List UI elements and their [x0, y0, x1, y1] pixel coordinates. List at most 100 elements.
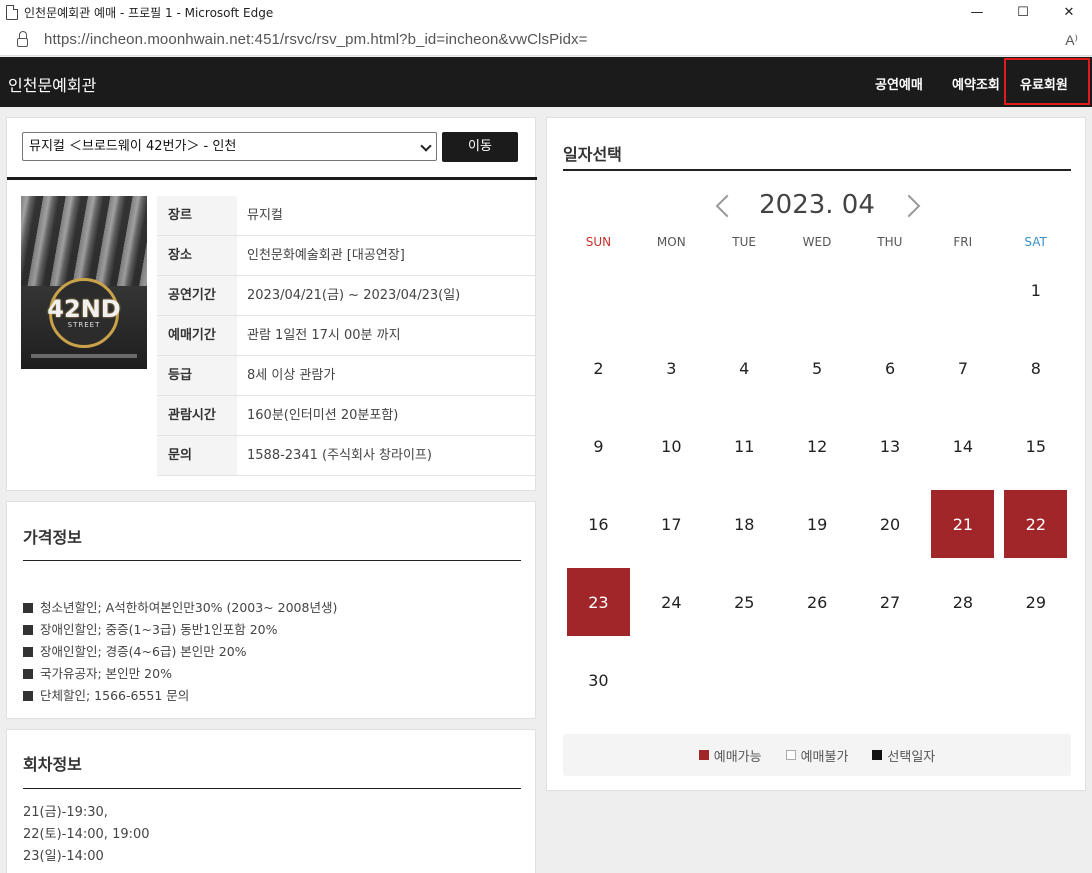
session-title: 회차정보 — [23, 755, 82, 774]
poster-fine-print — [31, 354, 137, 358]
bullet-square-icon — [23, 647, 33, 657]
calendar-title: 일자선택 — [563, 145, 622, 164]
info-value: 관람 1일전 17시 00분 까지 — [247, 328, 401, 343]
session-list: 21(금)-19:30, 22(토)-14:00, 19:00 23(일)-14… — [23, 802, 150, 868]
bullet-square-icon — [23, 625, 33, 635]
calendar-day-24: 24 — [661, 592, 682, 612]
bullet-square-icon — [23, 691, 33, 701]
unavailable-square-icon — [785, 750, 796, 760]
nav-ticketing[interactable]: 공연예매 — [875, 74, 923, 93]
info-value: 8세 이상 관람가 — [247, 368, 336, 383]
info-value: 뮤지컬 — [247, 208, 283, 223]
window-controls: — ☐ ✕ — [954, 0, 1092, 24]
bullet-square-icon — [23, 603, 33, 613]
calendar-day-23[interactable]: 23 — [566, 568, 630, 636]
price-item: 장애인할인; 경증(4~6급) 본인만 20% — [23, 641, 337, 663]
date-select-panel: 일자선택 2023. 04 SUN MON TUE WED THU FRI SA… — [546, 117, 1086, 791]
show-select[interactable]: 뮤지컬 ＜브로드웨이 42번가＞ - 인천 — [22, 132, 437, 161]
lock-icon[interactable] — [17, 31, 28, 47]
info-label: 문의 — [157, 436, 237, 475]
calendar-day-1: 1 — [1030, 280, 1041, 300]
session-info-panel: 회차정보 21(금)-19:30, 22(토)-14:00, 19:00 23(… — [6, 729, 536, 873]
info-label: 등급 — [157, 356, 237, 395]
minimize-icon[interactable]: — — [954, 0, 1000, 24]
info-row-rating: 등급 8세 이상 관람가 — [157, 356, 537, 396]
calendar-month: 2023. 04 — [759, 190, 875, 220]
weekday-header: SUN MON TUE WED THU FRI SAT — [562, 235, 1072, 249]
chevron-down-icon — [420, 140, 432, 152]
calendar-day-17: 17 — [661, 514, 682, 534]
info-label: 공연기간 — [157, 276, 237, 315]
calendar-day-18: 18 — [734, 514, 755, 534]
calendar-day-21[interactable]: 21 — [931, 490, 995, 558]
calendar-day-10: 10 — [661, 436, 682, 456]
info-row-genre: 장르 뮤지컬 — [157, 196, 537, 236]
info-label: 장소 — [157, 236, 237, 275]
calendar-day-9: 9 — [593, 436, 604, 456]
calendar-day-29: 29 — [1025, 592, 1047, 612]
info-value: 2023/04/21(금) ~ 2023/04/23(일) — [247, 288, 461, 303]
calendar-day-13: 13 — [879, 436, 901, 456]
info-value: 인천문화예술회관 [대공연장] — [247, 248, 405, 263]
read-aloud-icon[interactable]: A⁾ — [1065, 32, 1078, 49]
divider — [23, 788, 521, 789]
calendar-day-26: 26 — [806, 592, 828, 612]
session-item: 21(금)-19:30, — [23, 805, 108, 820]
price-item: 국가유공자; 본인만 20% — [23, 663, 337, 685]
calendar-day-6: 6 — [884, 358, 896, 378]
bullet-square-icon — [23, 669, 33, 679]
legend-selected: 선택일자 — [872, 746, 935, 765]
move-button[interactable]: 이동 — [442, 132, 518, 162]
weekday-sat: SAT — [1024, 235, 1047, 249]
site-header: 인천문예회관 공연예매 예약조회 유료회원 — [0, 57, 1092, 107]
weekday-fri: FRI — [953, 235, 973, 249]
page-icon — [6, 4, 18, 20]
price-item: 단체할인; 1566-6551 문의 — [23, 685, 337, 707]
show-poster: 42ND STREET — [21, 196, 147, 369]
calendar-day-11: 11 — [734, 436, 755, 456]
price-title: 가격정보 — [23, 528, 82, 547]
session-item: 22(토)-14:00, 19:00 — [23, 827, 150, 842]
address-bar[interactable]: https://incheon.moonhwain.net:451/rsvc/r… — [0, 24, 1092, 56]
poster-art — [21, 196, 147, 286]
poster-logo: 42ND STREET — [47, 278, 121, 348]
maximize-icon[interactable]: ☐ — [1000, 0, 1046, 24]
info-value: 160분(인터미션 20분포함) — [247, 408, 399, 423]
site-logo[interactable]: 인천문예회관 — [8, 72, 96, 96]
divider — [23, 560, 521, 561]
info-row-period: 공연기간 2023/04/21(금) ~ 2023/04/23(일) — [157, 276, 537, 316]
divider — [7, 177, 537, 180]
close-icon[interactable]: ✕ — [1046, 0, 1092, 24]
info-row-runtime: 관람시간 160분(인터미션 20분포함) — [157, 396, 537, 436]
price-list: 청소년할인; A석한하여본인만30% (2003~ 2008년생) 장애인할인;… — [23, 597, 337, 707]
calendar-day-27: 27 — [879, 592, 901, 612]
calendar-day-22[interactable]: 22 — [1004, 490, 1068, 558]
info-row-booking-period: 예매기간 관람 1일전 17시 00분 까지 — [157, 316, 537, 356]
info-row-contact: 문의 1588-2341 (주식회사 창라이프) — [157, 436, 537, 476]
show-info-panel: 뮤지컬 ＜브로드웨이 42번가＞ - 인천 이동 42ND STREET 장르 … — [6, 117, 537, 491]
nav-reservation-lookup[interactable]: 예약조회 — [952, 74, 1000, 93]
calendar-day-14: 14 — [952, 436, 974, 456]
calendar-day-8: 8 — [1030, 358, 1041, 378]
info-label: 예매기간 — [157, 316, 237, 355]
show-select-value: 뮤지컬 ＜브로드웨이 42번가＞ - 인천 — [29, 139, 237, 154]
calendar-day-28: 28 — [952, 592, 974, 612]
weekday-tue: TUE — [732, 235, 756, 249]
calendar-day-2: 2 — [593, 358, 604, 378]
calendar-day-30: 30 — [588, 670, 609, 690]
available-square-icon — [698, 750, 709, 760]
calendar-day-12: 12 — [806, 436, 828, 456]
calendar-day-15: 15 — [1025, 436, 1047, 456]
info-row-venue: 장소 인천문화예술회관 [대공연장] — [157, 236, 537, 276]
calendar-day-16: 16 — [588, 514, 609, 534]
divider — [563, 169, 1071, 171]
weekday-sun: SUN — [585, 235, 612, 249]
window-title: 인천문예회관 예매 - 프로필 1 - Microsoft Edge — [24, 5, 274, 20]
legend-unavailable: 예매불가 — [785, 746, 848, 765]
url-text[interactable]: https://incheon.moonhwain.net:451/rsvc/r… — [44, 31, 588, 48]
price-item: 장애인할인; 중증(1~3급) 동반1인포함 20% — [23, 619, 337, 641]
info-value: 1588-2341 (주식회사 창라이프) — [247, 448, 432, 463]
nav-highlight-box — [1004, 58, 1090, 105]
calendar-day-4: 4 — [739, 358, 750, 378]
calendar-day-25: 25 — [734, 592, 755, 612]
